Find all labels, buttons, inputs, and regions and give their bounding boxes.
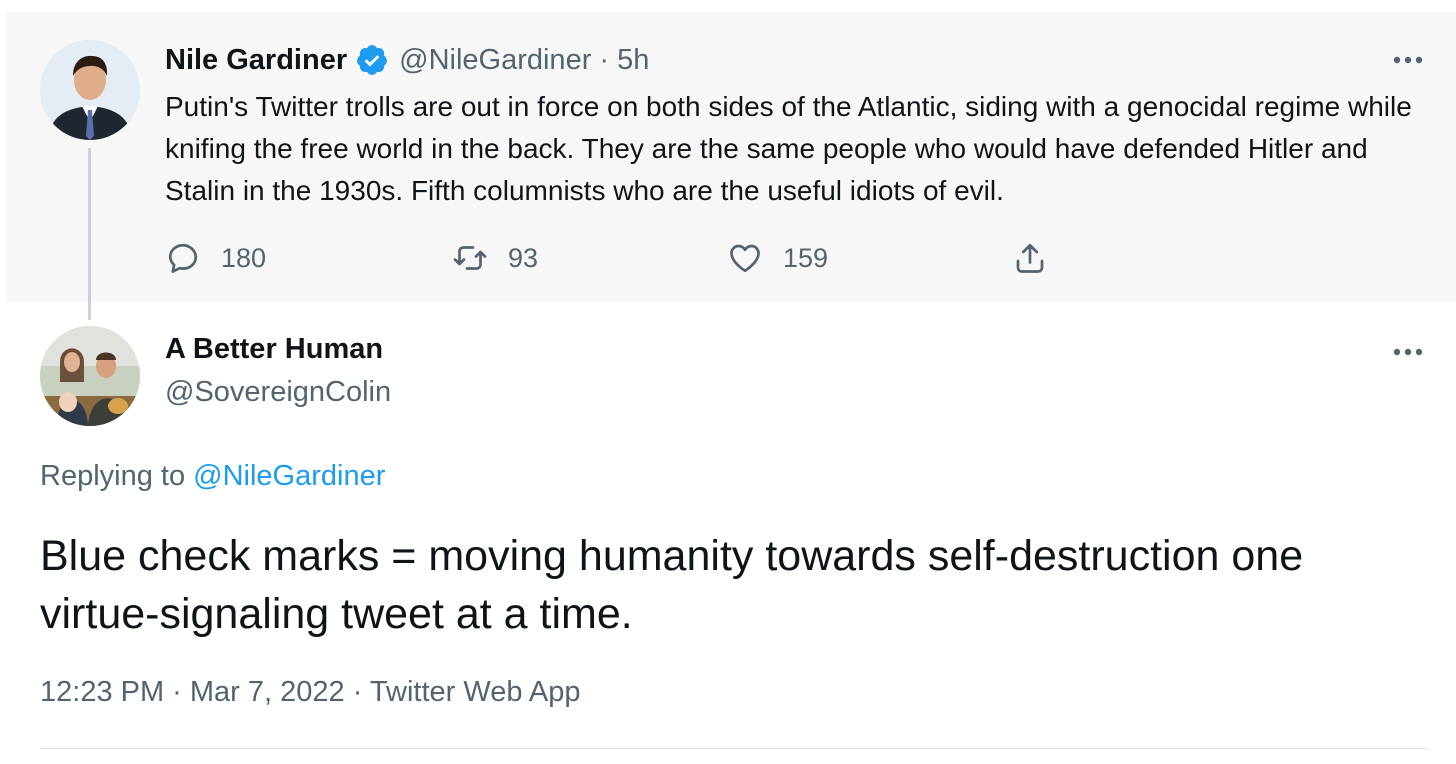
parent-tweet-text: Putin's Twitter trolls are out in force … (165, 91, 1412, 206)
like-count: 159 (783, 242, 829, 273)
reply-count: 180 (221, 242, 267, 273)
parent-handle-time[interactable]: @NileGardiner · 5h (399, 44, 649, 77)
reply-author-name[interactable]: A Better Human (165, 333, 383, 366)
top-strip (0, 0, 1456, 12)
heart-icon (730, 244, 760, 273)
share-button[interactable] (1012, 238, 1048, 278)
reply-tweet-text: Blue check marks = moving humanity towar… (40, 532, 1304, 638)
reply-bubble-icon (168, 243, 198, 273)
like-button[interactable]: 159 (727, 238, 828, 278)
replying-to-label: Replying to (40, 460, 186, 492)
parent-author-row: Nile Gardiner @NileGardiner · 5h (165, 38, 649, 82)
replying-to-mention-link[interactable]: @NileGardiner (193, 460, 385, 492)
parent-author-name[interactable]: Nile Gardiner (165, 44, 347, 77)
retweet-count: 93 (508, 242, 539, 273)
retweet-icon (453, 246, 487, 270)
person-avatar-image (40, 40, 140, 140)
retweet-button[interactable]: 93 (452, 238, 538, 278)
tweet-timestamp-source[interactable]: 12:23 PM · Mar 7, 2022 · Twitter Web App (40, 676, 581, 709)
more-options-icon[interactable] (1391, 342, 1425, 362)
reply-author-handle[interactable]: @SovereignColin (165, 376, 391, 409)
verified-badge-icon (357, 45, 387, 75)
family-photo-avatar-image (40, 326, 140, 426)
reply-button[interactable]: 180 (165, 238, 266, 278)
share-icon (1016, 243, 1044, 273)
replying-to-line: Replying to @NileGardiner (40, 460, 385, 493)
divider (40, 748, 1428, 749)
parent-author-avatar[interactable] (40, 40, 140, 140)
thread-connector-line (88, 148, 91, 320)
reply-author-avatar[interactable] (40, 326, 140, 426)
more-options-icon[interactable] (1391, 50, 1425, 70)
